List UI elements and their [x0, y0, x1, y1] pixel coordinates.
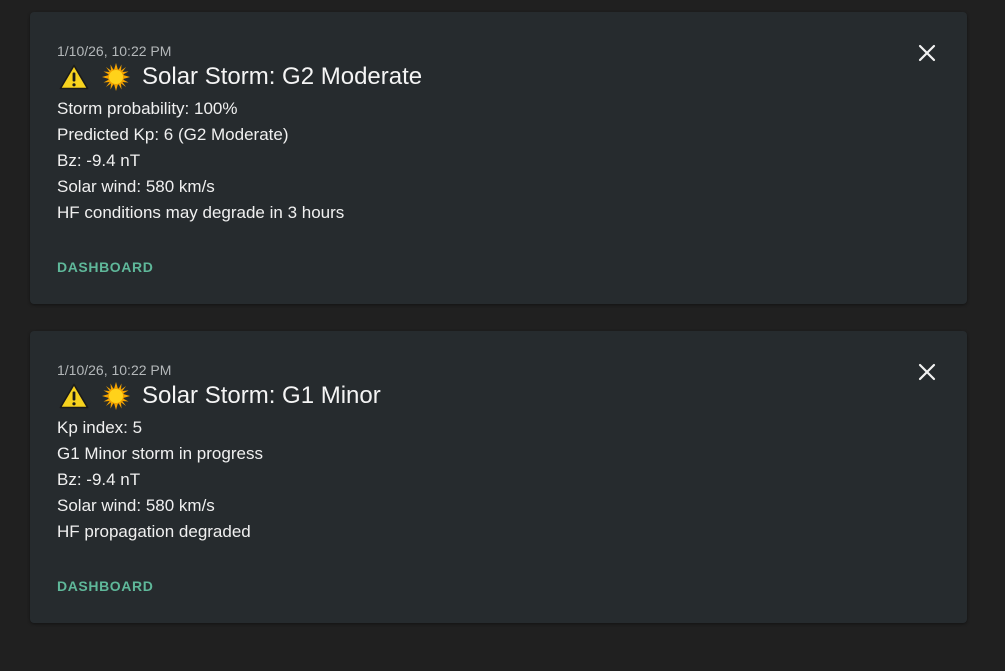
notification-body: Kp index: 5 G1 Minor storm in progress B… [57, 415, 967, 545]
notification-line: Predicted Kp: 6 (G2 Moderate) [57, 125, 289, 144]
notification-line: HF propagation degraded [57, 522, 251, 541]
notification-title: Solar Storm: G2 Moderate [142, 63, 423, 90]
notification-title-row: Solar Storm: G2 Moderate [57, 61, 967, 93]
notification-feed: 1/10/26, 10:22 PM Solar Storm: G2 Modera… [30, 12, 967, 650]
notification-line: Kp index: 5 [57, 418, 143, 437]
notification-line: G1 Minor storm in progress [57, 444, 263, 463]
dashboard-button[interactable]: DASHBOARD [57, 259, 153, 275]
notification-line: Solar wind: 580 km/s [57, 496, 215, 515]
notification-line: HF conditions may degrade in 3 hours [57, 203, 345, 222]
warning-icon [59, 64, 89, 90]
notification-line: Bz: -9.4 nT [57, 151, 141, 170]
dashboard-button[interactable]: DASHBOARD [57, 578, 153, 594]
sun-icon [102, 382, 130, 410]
notification-line: Bz: -9.4 nT [57, 470, 141, 489]
warning-icon [59, 383, 89, 409]
notification-card: 1/10/26, 10:22 PM [30, 331, 967, 623]
close-icon[interactable] [917, 362, 937, 382]
notification-line: Solar wind: 580 km/s [57, 177, 215, 196]
notification-timestamp: 1/10/26, 10:22 PM [57, 43, 172, 59]
notification-line: Storm probability: 100% [57, 99, 238, 118]
notification-title: Solar Storm: G1 Minor [142, 382, 381, 409]
notification-body: Storm probability: 100% Predicted Kp: 6 … [57, 96, 967, 226]
sun-icon [102, 63, 130, 91]
notification-title-row: Solar Storm: G1 Minor [57, 380, 967, 412]
notification-timestamp: 1/10/26, 10:22 PM [57, 362, 172, 378]
close-icon[interactable] [917, 43, 937, 63]
notification-card: 1/10/26, 10:22 PM [30, 12, 967, 304]
